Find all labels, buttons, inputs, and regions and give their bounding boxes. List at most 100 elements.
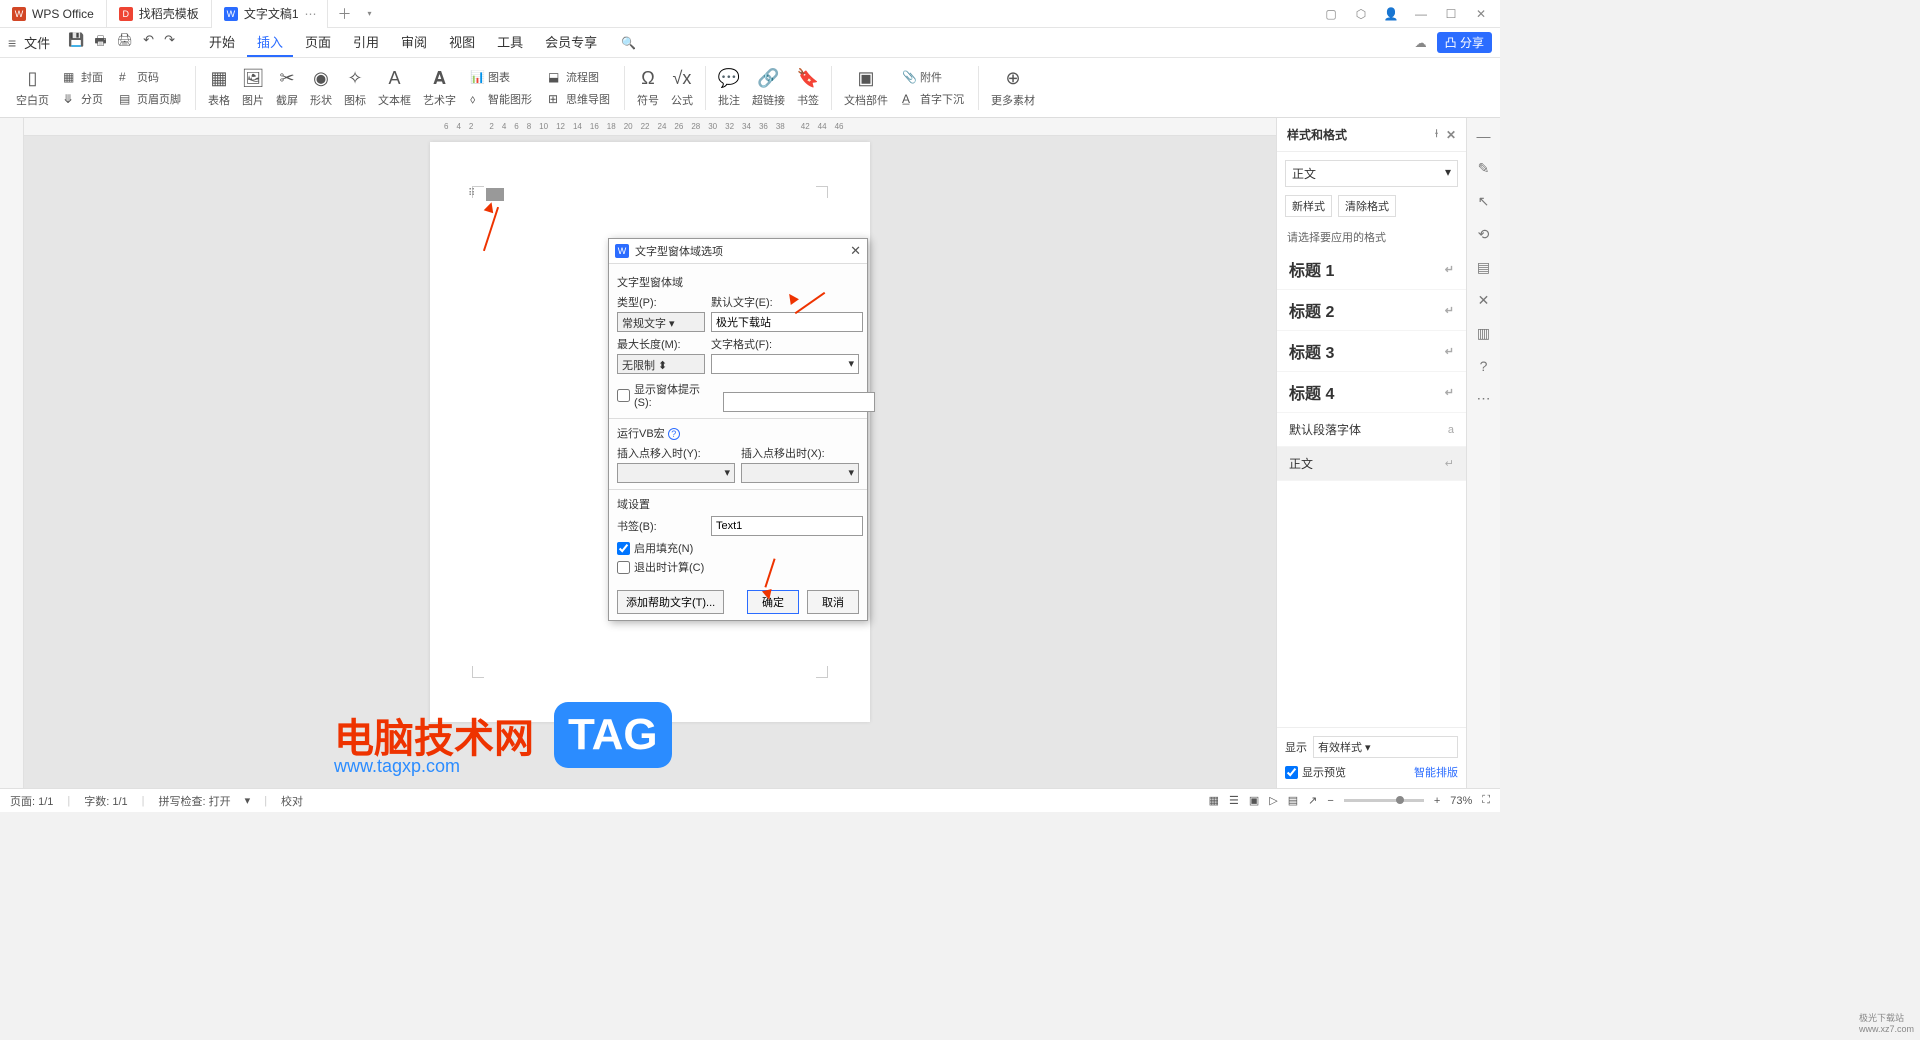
- zoom-slider[interactable]: [1344, 799, 1424, 802]
- show-select[interactable]: 有效样式 ▾: [1313, 736, 1458, 758]
- format-select[interactable]: ▾: [711, 354, 859, 374]
- mindmap-button[interactable]: ⊞思维导图: [544, 89, 614, 109]
- comment-button[interactable]: 💬批注: [712, 66, 746, 110]
- hamburger-icon[interactable]: ≡: [8, 35, 16, 51]
- wordart-button[interactable]: 𝐀艺术字: [417, 66, 462, 110]
- prompt-input[interactable]: [723, 392, 875, 412]
- style-body[interactable]: 正文↵: [1277, 447, 1466, 481]
- tab-reference[interactable]: 引用: [343, 28, 389, 57]
- cancel-button[interactable]: 取消: [807, 590, 859, 614]
- more-icon[interactable]: ⋯: [1477, 390, 1491, 407]
- tab-tools[interactable]: 工具: [487, 28, 533, 57]
- form-field[interactable]: [486, 188, 504, 201]
- exit-macro-select[interactable]: ▾: [741, 463, 859, 483]
- tab-start[interactable]: 开始: [199, 28, 245, 57]
- search-icon[interactable]: 🔍: [621, 36, 636, 50]
- avatar-icon[interactable]: 👤: [1382, 7, 1400, 21]
- table-button[interactable]: ▦表格: [202, 66, 236, 110]
- style-heading2[interactable]: 标题 2↵: [1277, 290, 1466, 331]
- cloud-icon[interactable]: ☁: [1415, 36, 1427, 50]
- dialog-titlebar[interactable]: W 文字型窗体域选项 ✕: [609, 239, 867, 264]
- chart-button[interactable]: 📊图表: [466, 67, 536, 87]
- smart-typeset-link[interactable]: 智能排版: [1414, 764, 1458, 780]
- zoom-out-icon[interactable]: −: [1327, 795, 1333, 807]
- minimize-button[interactable]: —: [1412, 7, 1430, 21]
- symbol-button[interactable]: Ω符号: [631, 66, 665, 110]
- current-style-select[interactable]: 正文▾: [1285, 160, 1458, 187]
- blank-page-button[interactable]: ▯空白页: [10, 66, 55, 110]
- show-prompt-checkbox[interactable]: [617, 389, 630, 402]
- vb-help-icon[interactable]: ?: [668, 428, 680, 440]
- zoom-in-icon[interactable]: +: [1434, 795, 1440, 807]
- book-icon[interactable]: ▥: [1477, 325, 1490, 342]
- page-indicator[interactable]: 页面: 1/1: [10, 793, 53, 809]
- move-handle-icon[interactable]: ⠿: [468, 188, 473, 199]
- enable-fill-checkbox[interactable]: [617, 542, 630, 555]
- view-mode-icon[interactable]: ▷: [1269, 794, 1277, 807]
- view-mode-icon[interactable]: ↗: [1308, 794, 1317, 807]
- picture-button[interactable]: 🖼图片: [236, 66, 270, 110]
- cover-button[interactable]: ▦封面: [59, 67, 107, 87]
- app-tab-template[interactable]: D 找稻壳模板: [107, 0, 212, 28]
- tools-icon[interactable]: ✕: [1478, 292, 1490, 309]
- document-tab[interactable]: W 文字文稿1 ⋯: [212, 0, 328, 28]
- screenshot-button[interactable]: ✂截屏: [270, 66, 304, 110]
- pin-icon[interactable]: ⟊: [1435, 128, 1438, 141]
- print-icon[interactable]: 🖶: [94, 32, 106, 54]
- cube-icon[interactable]: ⬡: [1352, 7, 1370, 21]
- layers-icon[interactable]: ▤: [1477, 259, 1490, 276]
- flowchart-button[interactable]: ⬓流程图: [544, 67, 614, 87]
- panel-close-icon[interactable]: ✕: [1446, 128, 1456, 142]
- help-icon[interactable]: ?: [1480, 358, 1488, 374]
- calc-exit-checkbox[interactable]: [617, 561, 630, 574]
- undo-icon[interactable]: ↶: [143, 32, 154, 54]
- view-mode-icon[interactable]: ▦: [1209, 794, 1219, 807]
- pencil-icon[interactable]: ✎: [1478, 160, 1490, 177]
- zoom-level[interactable]: 73%: [1450, 795, 1472, 807]
- tab-page[interactable]: 页面: [295, 28, 341, 57]
- new-tab-button[interactable]: ＋: [328, 4, 362, 24]
- entry-macro-select[interactable]: ▾: [617, 463, 735, 483]
- preview-checkbox[interactable]: [1285, 766, 1298, 779]
- file-menu[interactable]: 文件: [24, 33, 50, 52]
- textbox-button[interactable]: A文本框: [372, 66, 417, 110]
- view-mode-icon[interactable]: ☰: [1229, 794, 1239, 807]
- clear-format-button[interactable]: 清除格式: [1338, 195, 1396, 217]
- bookmark-button[interactable]: 🔖书签: [791, 66, 825, 110]
- header-footer-button[interactable]: ▤页眉页脚: [115, 89, 185, 109]
- tab-dropdown-icon[interactable]: ▾: [362, 9, 378, 18]
- cursor-icon[interactable]: ↖: [1478, 193, 1490, 210]
- bookmark-input[interactable]: [711, 516, 863, 536]
- icon-button[interactable]: ✧图标: [338, 66, 372, 110]
- share-button[interactable]: 凸 分享: [1437, 32, 1492, 53]
- hyperlink-button[interactable]: 🔗超链接: [746, 66, 791, 110]
- dialog-close-icon[interactable]: ✕: [850, 243, 861, 259]
- close-button[interactable]: ✕: [1472, 7, 1490, 21]
- doc-parts-button[interactable]: ▣文档部件: [838, 66, 894, 110]
- type-select[interactable]: 常规文字 ▾: [617, 312, 705, 332]
- fit-icon[interactable]: ⛶: [1482, 794, 1490, 807]
- proof-status[interactable]: 校对: [281, 793, 303, 809]
- refresh-icon[interactable]: ⟲: [1478, 226, 1490, 243]
- maxlen-select[interactable]: 无限制 ⬍: [617, 354, 705, 374]
- style-heading4[interactable]: 标题 4↵: [1277, 372, 1466, 413]
- equation-button[interactable]: √x公式: [665, 66, 699, 110]
- attachment-button[interactable]: 📎附件: [898, 67, 968, 87]
- page-break-button[interactable]: ⤋分页: [59, 89, 107, 109]
- style-heading3[interactable]: 标题 3↵: [1277, 331, 1466, 372]
- view-mode-icon[interactable]: ▤: [1288, 794, 1298, 807]
- more-materials-button[interactable]: ⊕更多素材: [985, 66, 1041, 110]
- dropcap-button[interactable]: A̲首字下沉: [898, 89, 968, 109]
- redo-icon[interactable]: ↷: [164, 32, 175, 54]
- style-heading1[interactable]: 标题 1↵: [1277, 249, 1466, 290]
- new-style-button[interactable]: 新样式: [1285, 195, 1332, 217]
- style-default-font[interactable]: 默认段落字体a: [1277, 413, 1466, 447]
- tab-review[interactable]: 审阅: [391, 28, 437, 57]
- collapse-icon[interactable]: —: [1477, 128, 1491, 144]
- word-count[interactable]: 字数: 1/1: [84, 793, 127, 809]
- help-text-button[interactable]: 添加帮助文字(T)...: [617, 590, 724, 614]
- spellcheck-status[interactable]: 拼写检查: 打开: [159, 793, 231, 809]
- tab-close-icon[interactable]: ⋯: [305, 7, 315, 21]
- page-number-button[interactable]: #页码: [115, 67, 185, 87]
- app-tab-wps[interactable]: W WPS Office: [0, 0, 107, 28]
